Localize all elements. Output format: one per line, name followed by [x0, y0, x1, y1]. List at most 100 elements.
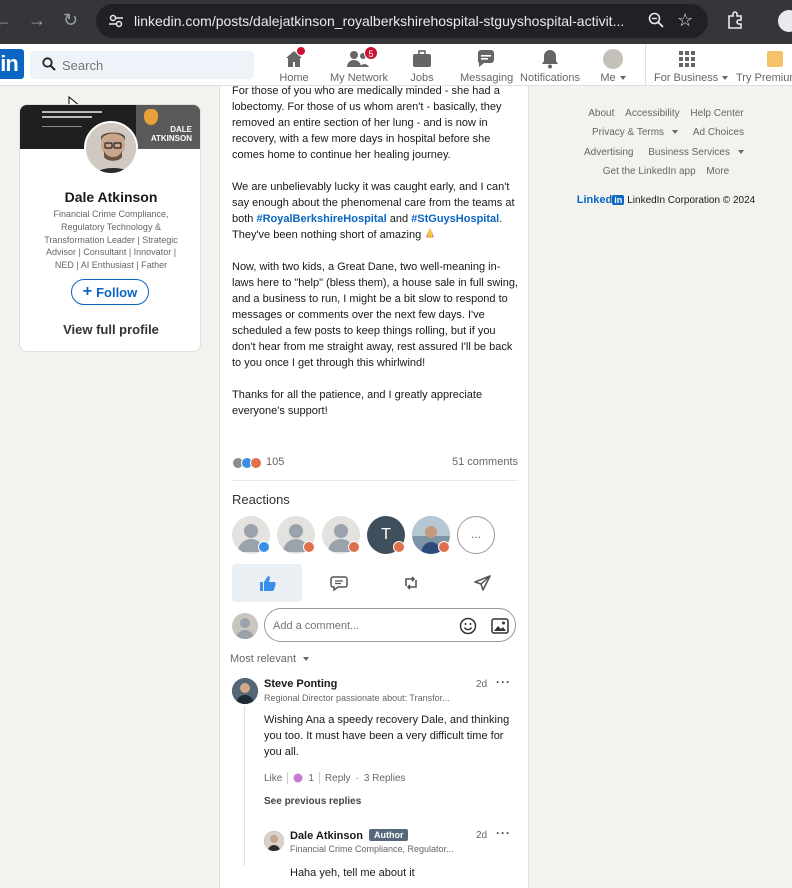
- love-badge-icon: [348, 541, 360, 553]
- social-counts: 105 51 comments: [232, 455, 518, 471]
- comment-composer: [232, 608, 518, 642]
- address-bar[interactable]: linkedin.com/posts/dalejatkinson_royalbe…: [96, 4, 708, 38]
- browser-profile-icon[interactable]: [778, 10, 792, 32]
- reply-author-name[interactable]: Dale Atkinson Author: [290, 829, 409, 842]
- footer-brand: Linked in LinkedIn Corporation © 2024: [548, 194, 784, 206]
- search-input[interactable]: [62, 55, 242, 75]
- avatar-portrait: [86, 123, 136, 173]
- lion-logo-icon: [144, 109, 158, 125]
- reply-timestamp: 2d: [476, 830, 488, 841]
- thumbs-up-icon: [260, 576, 276, 591]
- chevron-down-icon: [303, 657, 310, 661]
- nav-jobs[interactable]: Jobs: [404, 48, 440, 84]
- reply-author-headline: Financial Crime Compliance, Regulator...: [290, 844, 454, 854]
- comment-like-count[interactable]: 1: [308, 773, 314, 784]
- chevron-down-icon: [672, 130, 679, 134]
- bookmark-star-icon[interactable]: ☆: [677, 10, 693, 31]
- site-info-icon[interactable]: [108, 13, 124, 29]
- hashtag-st-guys[interactable]: #StGuysHospital: [411, 213, 499, 225]
- nav-messaging[interactable]: Messaging: [460, 48, 513, 84]
- hashtag-royal-berkshire[interactable]: #RoyalBerkshireHospital: [256, 213, 386, 225]
- like-badge-icon: [258, 541, 270, 553]
- emoji-icon[interactable]: [459, 617, 477, 635]
- zoom-icon[interactable]: [648, 12, 664, 28]
- sort-comments-dropdown[interactable]: Most relevant: [230, 653, 310, 665]
- image-icon[interactable]: [491, 618, 509, 634]
- view-full-profile-link[interactable]: View full profile: [20, 322, 200, 337]
- see-previous-replies-link[interactable]: See previous replies: [264, 796, 361, 807]
- reply-author-avatar[interactable]: [264, 831, 284, 851]
- comment-replies-link[interactable]: 3 Replies: [364, 773, 406, 784]
- comment-reply-button[interactable]: Reply: [325, 773, 351, 784]
- browser-toolbar: ← → ↻ linkedin.com/posts/dalejatkinson_r…: [0, 0, 792, 44]
- comment-timestamp: 2d: [476, 679, 488, 690]
- back-icon[interactable]: ←: [0, 10, 12, 31]
- plus-icon: +: [82, 283, 93, 300]
- reactions-heading: Reactions: [232, 492, 290, 507]
- footer-accessibility-link[interactable]: Accessibility: [625, 108, 679, 119]
- footer-get-app-link[interactable]: Get the LinkedIn app: [603, 166, 696, 177]
- profile-avatar[interactable]: [84, 121, 138, 175]
- nav-my-network[interactable]: 5 My Network: [330, 46, 388, 84]
- commenter-name[interactable]: Steve Ponting: [264, 678, 337, 690]
- follow-label: Follow: [96, 284, 138, 300]
- reaction-count[interactable]: 105: [266, 456, 284, 468]
- chevron-down-icon: [619, 76, 626, 80]
- comment-input[interactable]: [273, 617, 453, 635]
- comments-count[interactable]: 51 comments: [452, 456, 518, 468]
- footer-business-services-link[interactable]: Business Services: [644, 147, 748, 158]
- nav-me[interactable]: Me: [598, 48, 628, 84]
- banner-name-line1: DALE: [170, 125, 192, 134]
- nav-for-business[interactable]: For Business: [654, 48, 729, 84]
- footer-ad-choices-link[interactable]: Ad Choices: [693, 127, 744, 138]
- more-reactors-button[interactable]: ...: [457, 516, 495, 554]
- linkedin-wordmark: Linked: [576, 194, 613, 206]
- messaging-icon: [477, 50, 494, 67]
- love-badge-icon: [393, 541, 405, 553]
- para2-text-b: and: [386, 213, 412, 225]
- search-icon: [42, 57, 56, 71]
- comment-item: Steve Ponting Regional Director passiona…: [232, 675, 518, 866]
- nav-notifications[interactable]: Notifications: [520, 48, 580, 84]
- post-paragraph-2: We are unbelievably lucky it was caught …: [232, 179, 518, 243]
- follow-button[interactable]: + Follow: [71, 279, 149, 305]
- nav-notifications-label: Notifications: [520, 72, 580, 84]
- sort-label: Most relevant: [230, 653, 297, 665]
- comment-button[interactable]: [304, 564, 374, 602]
- comment-actions: Like 1 Reply · 3 Replies: [264, 772, 406, 784]
- footer-privacy-terms-link[interactable]: Privacy & Terms: [588, 127, 682, 138]
- footer-row-1: About Accessibility Help Center: [548, 108, 784, 119]
- reply-text: Haha yeh, tell me about it: [290, 867, 415, 879]
- like-button[interactable]: [232, 564, 302, 602]
- footer-about-link[interactable]: About: [588, 108, 614, 119]
- nav-try-premium[interactable]: Try Premium: [736, 48, 792, 84]
- forward-icon[interactable]: →: [28, 10, 46, 31]
- love-badge-icon: [303, 541, 315, 553]
- praying-hands-icon: [426, 228, 435, 238]
- extensions-icon[interactable]: [725, 10, 745, 30]
- reply-item: Dale Atkinson Author Financial Crime Comp…: [264, 826, 518, 888]
- reaction-icons[interactable]: [232, 457, 264, 469]
- notification-dot: [296, 46, 306, 56]
- footer-advertising-link[interactable]: Advertising: [584, 147, 633, 158]
- post-body: For those of you who are medically minde…: [232, 83, 518, 435]
- thread-line: [244, 706, 245, 866]
- repost-button[interactable]: [376, 564, 446, 602]
- linkedin-navbar: in Home 5 My Network Jobs Messaging Noti…: [0, 44, 792, 86]
- footer-more-link[interactable]: More: [706, 166, 729, 177]
- commenter-avatar[interactable]: [232, 678, 258, 704]
- footer-help-center-link[interactable]: Help Center: [690, 108, 743, 119]
- my-avatar: [232, 613, 258, 639]
- reply-name-text: Dale Atkinson: [290, 830, 363, 842]
- linkedin-logo-icon[interactable]: in: [0, 49, 24, 79]
- reload-icon[interactable]: ↻: [63, 10, 78, 31]
- footer-row-4: Get the LinkedIn app More: [548, 166, 784, 177]
- nav-home[interactable]: Home: [272, 46, 316, 84]
- privacy-label: Privacy & Terms: [592, 127, 665, 138]
- profile-name[interactable]: Dale Atkinson: [20, 189, 200, 205]
- more-options-icon[interactable]: ···: [496, 675, 511, 689]
- comment-like-button[interactable]: Like: [264, 773, 282, 784]
- search-box[interactable]: [30, 51, 254, 79]
- send-button[interactable]: [448, 564, 518, 602]
- more-options-icon[interactable]: ···: [496, 826, 511, 840]
